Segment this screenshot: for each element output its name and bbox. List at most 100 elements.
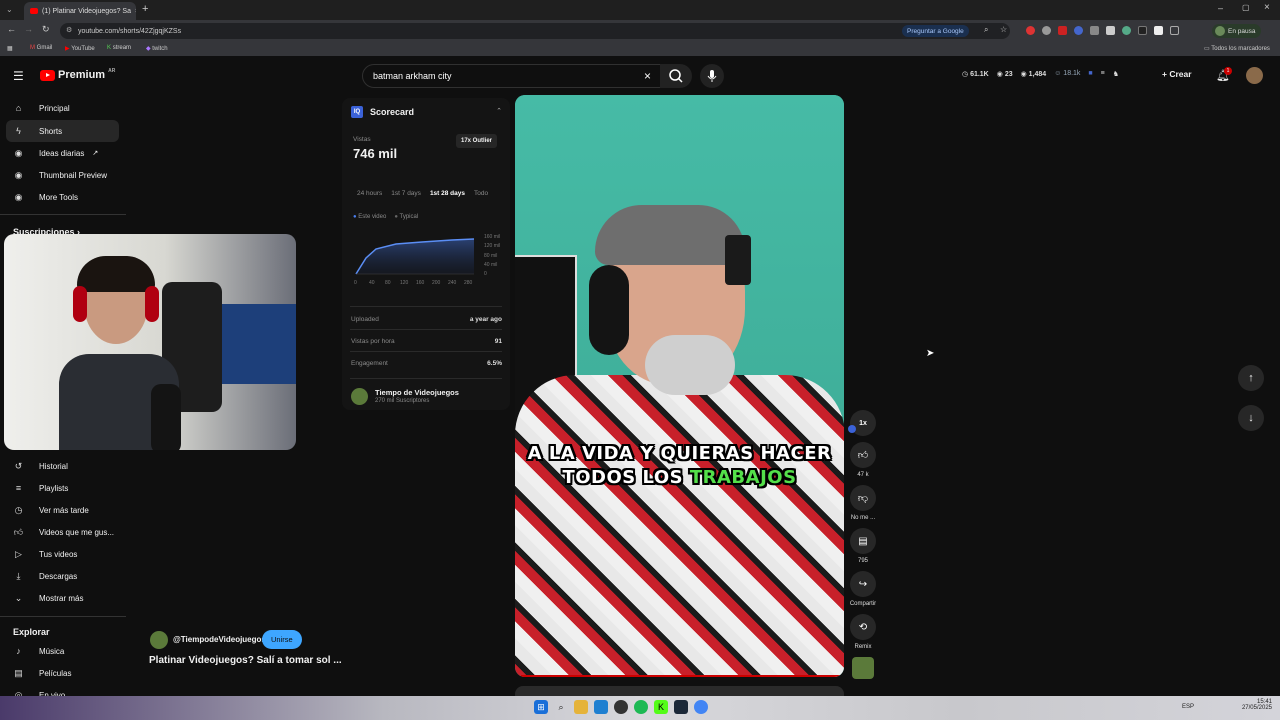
comments-button[interactable]: ▤ <box>850 528 876 554</box>
channel-avatar[interactable] <box>351 388 368 405</box>
tab-24-hours[interactable]: 24 hours <box>357 190 382 197</box>
sidebar-item-musica[interactable]: ♪ Música <box>0 640 126 662</box>
extension-icon[interactable] <box>1026 26 1035 35</box>
extension-icon[interactable] <box>1058 26 1067 35</box>
channel-name[interactable]: Tiempo de Videojuegos <box>375 388 459 397</box>
bookmark-youtube[interactable]: ▶ YouTube <box>65 45 95 52</box>
sidebar-item-tus-videos[interactable]: ▷ Tus videos <box>0 543 126 565</box>
clock[interactable]: 15:41 27/05/2025 <box>1238 699 1272 711</box>
sidebar-item-ideas[interactable]: ◉ Ideas diarias ↗ <box>0 142 126 164</box>
share-button[interactable]: ↪ <box>850 571 876 597</box>
short-channel-handle[interactable]: @TiempodeVideojuegos <box>173 635 266 644</box>
spotify-icon[interactable] <box>634 700 648 714</box>
previous-short-button[interactable]: ↑ <box>1238 365 1264 391</box>
extension-icon[interactable] <box>1106 26 1115 35</box>
close-window-icon[interactable]: × <box>1264 2 1270 13</box>
tab-all[interactable]: Todo <box>474 190 488 197</box>
views-per-hour-label: Vistas por hora <box>351 338 395 345</box>
chrome-icon[interactable] <box>694 700 708 714</box>
extension-icon[interactable] <box>1074 26 1083 35</box>
join-button[interactable]: Unirse <box>262 630 302 649</box>
sidebar-item-historial[interactable]: ↺ Historial <box>0 455 126 477</box>
x-tick: 200 <box>432 280 441 286</box>
avatar[interactable] <box>1246 67 1263 84</box>
short-video-player[interactable]: A LA VIDA Y QUIERAS HACER TODOS LOS TRAB… <box>515 95 844 677</box>
bookmark-star-icon[interactable]: ☆ <box>1000 25 1007 34</box>
y-tick: 120 mil <box>484 243 500 249</box>
sidebar-item-descargas[interactable]: ⤓ Descargas <box>0 565 126 587</box>
extension-icon[interactable] <box>1042 26 1051 35</box>
file-explorer-icon[interactable] <box>574 700 588 714</box>
all-bookmarks[interactable]: ▭ Todos los marcadores <box>1204 45 1270 52</box>
tubebuddy-icon[interactable]: ■ <box>1088 70 1092 78</box>
puzzle-icon[interactable] <box>1170 26 1179 35</box>
sidebar-item-mostrar-mas[interactable]: ⌄ Mostrar más <box>0 587 126 609</box>
youtube-logo-icon <box>40 69 55 81</box>
voice-search-button[interactable] <box>700 64 724 88</box>
extension-icon[interactable] <box>1122 26 1131 35</box>
forward-icon[interactable]: → <box>24 24 33 34</box>
sidebar-item-peliculas[interactable]: ▤ Películas <box>0 662 126 684</box>
site-info-icon[interactable]: ⚙ <box>66 26 72 34</box>
thumbs-down-icon: 👎︎ <box>857 493 869 504</box>
search-value: batman arkham city <box>373 71 452 81</box>
search-icon[interactable]: ⌕ <box>554 700 568 714</box>
stat-views: ◉ 23 <box>996 71 1013 78</box>
kick-icon[interactable]: K <box>654 700 668 714</box>
tab-28-days[interactable]: 1st 28 days <box>430 190 465 197</box>
sidebar-item-shorts[interactable]: ϟ Shorts <box>6 120 119 142</box>
new-tab-icon[interactable]: + <box>142 3 148 15</box>
apps-icon[interactable]: ▦ <box>7 45 13 52</box>
tab-7-days[interactable]: 1st 7 days <box>391 190 421 197</box>
clock-icon: ◷ <box>14 504 23 515</box>
minimize-icon[interactable]: – <box>1218 3 1223 13</box>
zoom-icon[interactable]: ⌕ <box>984 25 988 35</box>
list-icon[interactable]: ≡ <box>1101 70 1105 78</box>
menu-icon[interactable]: ☰ <box>13 69 24 83</box>
sidebar-item-liked[interactable]: 👍︎ Videos que me gus... <box>0 521 126 543</box>
youtube-premium-logo[interactable]: Premium AR <box>40 68 116 81</box>
search-input[interactable]: batman arkham city × <box>362 64 662 88</box>
extension-icon[interactable] <box>1090 26 1099 35</box>
steam-icon[interactable] <box>674 700 688 714</box>
url-field[interactable]: ⚙ youtube.com/shorts/42ZjgqjKZSs <box>60 23 1010 39</box>
bookmark-twitch[interactable]: ◆ twitch <box>146 45 168 52</box>
region-code: AR <box>108 68 116 74</box>
caption-line-1: A LA VIDA Y QUIERAS HACER <box>527 443 832 464</box>
back-icon[interactable]: ← <box>7 24 16 34</box>
video-progress-bar[interactable] <box>521 675 840 677</box>
sidebar-item-ver-mas-tarde[interactable]: ◷ Ver más tarde <box>0 499 126 521</box>
tab-close-icon[interactable]: × <box>135 8 136 15</box>
reload-icon[interactable]: ↻ <box>42 24 50 35</box>
language-indicator[interactable]: ESP <box>1182 704 1194 710</box>
sidebar-item-tools[interactable]: ◉ More Tools <box>0 186 126 208</box>
create-button[interactable]: + Crear <box>1162 69 1192 79</box>
collapse-icon[interactable]: ⌃ <box>496 107 502 115</box>
sidebar-item-playlists[interactable]: ≡ Playlists <box>0 477 126 499</box>
trophy-icon[interactable]: ♞ <box>1113 70 1119 78</box>
browser-tab-active[interactable]: (1) Platinar Videojuegos? Sa × <box>24 2 136 20</box>
bookmark-gmail[interactable]: M Gmail <box>30 45 52 51</box>
bookmark-stream[interactable]: K stream <box>107 45 131 51</box>
obs-icon[interactable] <box>614 700 628 714</box>
tab-list-icon[interactable]: ⌄ <box>6 5 13 14</box>
extension-icon[interactable] <box>1138 26 1147 35</box>
sidebar-item-label: Ideas diarias <box>39 148 85 158</box>
extension-icon[interactable] <box>1154 26 1163 35</box>
search-button[interactable] <box>660 64 692 88</box>
maximize-icon[interactable]: ▢ <box>1242 3 1250 12</box>
dislike-button[interactable]: 👎︎ <box>850 485 876 511</box>
like-button[interactable]: 👍︎ <box>850 442 876 468</box>
short-channel-avatar[interactable] <box>150 631 168 649</box>
edge-icon[interactable] <box>594 700 608 714</box>
clear-search-icon[interactable]: × <box>644 69 651 83</box>
windows-start-icon[interactable]: ⊞ <box>534 700 548 714</box>
audio-thumbnail[interactable] <box>852 657 874 679</box>
ask-google-button[interactable]: Preguntar a Google <box>902 25 969 37</box>
profile-button[interactable]: En pausa <box>1212 24 1262 38</box>
sidebar-item-thumbnail[interactable]: ◉ Thumbnail Preview <box>0 164 126 186</box>
sidebar-item-principal[interactable]: ⌂ Principal <box>0 97 126 119</box>
next-short-button[interactable]: ↓ <box>1238 405 1264 431</box>
views-per-hour-value: 91 <box>494 338 502 345</box>
remix-button[interactable]: ⟲ <box>850 614 876 640</box>
